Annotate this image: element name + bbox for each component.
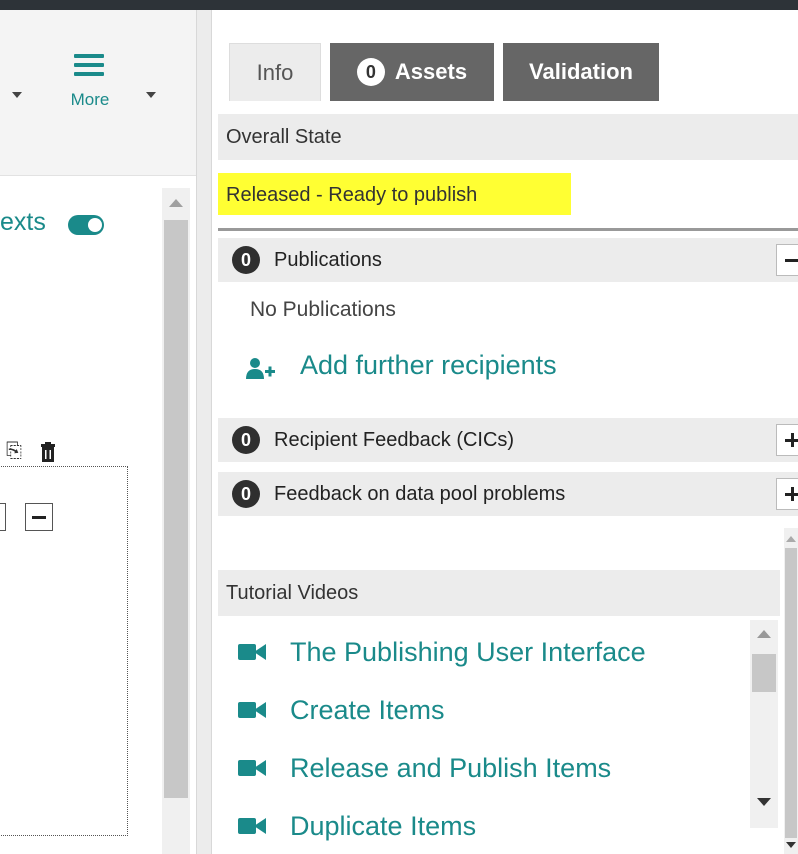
recipient-feedback-section-header[interactable]: 0 Recipient Feedback (CICs): [218, 418, 798, 462]
tab-validation-label: Validation: [529, 59, 633, 84]
tab-assets[interactable]: 0 Assets: [330, 43, 494, 101]
tutorial-video-label: The Publishing User Interface: [290, 636, 646, 667]
dropdown-caret-icon[interactable]: [12, 92, 22, 98]
overall-state-heading: Overall State: [218, 114, 798, 160]
tutorial-scroll-up-icon[interactable]: [757, 630, 771, 638]
left-collapse-button[interactable]: [25, 503, 53, 531]
add-recipients-link[interactable]: Add further recipients: [300, 350, 557, 381]
publications-collapse-button[interactable]: [776, 244, 798, 276]
tutorial-video-label: Release and Publish Items: [290, 752, 612, 783]
datapool-feedback-section-header[interactable]: 0 Feedback on data pool problems: [218, 472, 798, 516]
left-box-handle[interactable]: [0, 503, 6, 531]
tutorial-scroll-down-icon[interactable]: [757, 798, 771, 806]
tutorial-scrollbar-thumb[interactable]: [752, 654, 776, 692]
tutorial-video-link[interactable]: Duplicate Items: [238, 806, 476, 846]
add-user-icon[interactable]: [246, 357, 276, 381]
tab-info-label: Info: [256, 59, 294, 85]
datapool-feedback-count-badge: 0: [232, 480, 260, 508]
more-button-label[interactable]: More: [62, 90, 118, 110]
trash-icon[interactable]: [40, 442, 56, 462]
copy-icon[interactable]: ⎘: [6, 440, 24, 462]
recipient-feedback-count-badge: 0: [232, 426, 260, 454]
tutorial-scrollbar[interactable]: [750, 620, 778, 828]
left-content-box: [0, 466, 128, 836]
tutorial-video-label: Create Items: [290, 694, 445, 725]
right-panel-scroll-up-icon[interactable]: [786, 536, 796, 542]
video-camera-icon: [238, 700, 268, 720]
tutorial-video-link[interactable]: Release and Publish Items: [238, 748, 611, 788]
hamburger-menu-icon[interactable]: [74, 54, 104, 76]
publications-label: Publications: [274, 248, 382, 271]
tab-assets-label: Assets: [394, 59, 468, 84]
left-scrollbar-thumb[interactable]: [164, 220, 188, 798]
tutorial-video-label: Duplicate Items: [290, 810, 477, 841]
recipient-feedback-label: Recipient Feedback (CICs): [274, 428, 515, 451]
texts-toggle-switch-icon[interactable]: [68, 215, 104, 235]
right-panel-scrollbar-thumb[interactable]: [785, 548, 797, 838]
recipient-feedback-expand-button[interactable]: [776, 424, 798, 456]
tutorial-video-link[interactable]: The Publishing User Interface: [238, 632, 646, 672]
video-camera-icon: [238, 816, 268, 836]
more-dropdown-caret-icon[interactable]: [146, 92, 156, 98]
publications-section-header[interactable]: 0 Publications: [218, 238, 798, 282]
panel-splitter[interactable]: [196, 10, 212, 854]
tutorial-video-link[interactable]: Create Items: [238, 690, 445, 730]
tutorial-videos-heading: Tutorial Videos: [218, 570, 780, 616]
datapool-feedback-expand-button[interactable]: [776, 478, 798, 510]
left-scroll-up-icon[interactable]: [169, 199, 183, 207]
publications-count-badge: 0: [232, 246, 260, 274]
tab-validation[interactable]: Validation: [503, 43, 659, 101]
no-publications-text: No Publications: [250, 298, 396, 321]
video-camera-icon: [238, 758, 268, 778]
section-divider: [218, 228, 798, 231]
window-top-border: [0, 0, 798, 10]
datapool-feedback-label: Feedback on data pool problems: [274, 482, 566, 505]
texts-toggle-label: exts: [0, 208, 46, 236]
overall-state-value: Released - Ready to publish: [226, 184, 478, 206]
right-panel-scroll-down-icon[interactable]: [786, 842, 796, 848]
tab-info[interactable]: Info: [229, 43, 321, 101]
video-camera-icon: [238, 642, 268, 662]
assets-count-badge: 0: [356, 58, 385, 86]
